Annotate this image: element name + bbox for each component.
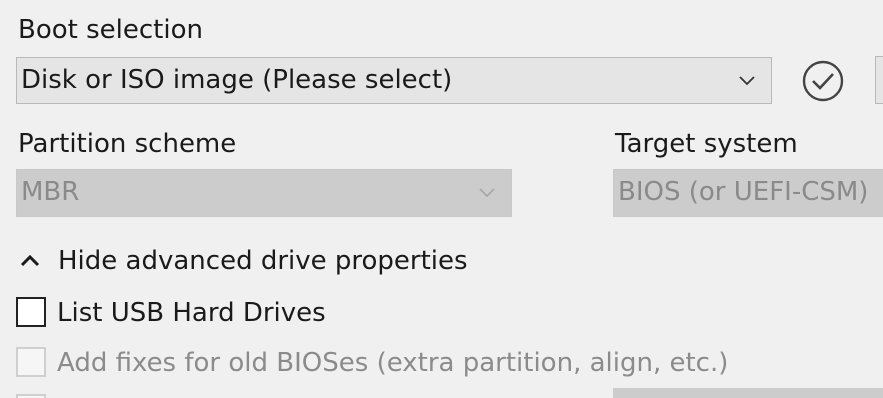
list-usb-checkbox[interactable] [16, 297, 46, 327]
target-system-value: BIOS (or UEFI-CSM) [618, 177, 869, 207]
chevron-down-icon [479, 188, 495, 198]
drive-properties-panel: Boot selection Disk or ISO image (Please… [0, 0, 883, 398]
chevron-up-icon [20, 254, 40, 267]
partition-scheme-dropdown[interactable]: MBR [16, 169, 512, 217]
partition-scheme-label: Partition scheme [18, 129, 237, 159]
boot-selection-label: Boot selection [18, 15, 203, 45]
boot-selection-dropdown[interactable]: Disk or ISO image (Please select) [16, 57, 772, 104]
list-usb-label: List USB Hard Drives [57, 298, 326, 328]
target-system-dropdown[interactable]: BIOS (or UEFI-CSM) [613, 169, 883, 217]
partition-scheme-value: MBR [21, 177, 80, 207]
advanced-toggle-label: Hide advanced drive properties [58, 246, 468, 276]
old-bios-fixes-label: Add fixes for old BIOSes (extra partitio… [57, 348, 729, 378]
boot-selection-value: Disk or ISO image (Please select) [21, 65, 453, 95]
next-option-checkbox[interactable] [16, 394, 46, 398]
next-dropdown[interactable] [613, 388, 883, 398]
chevron-down-icon [739, 76, 755, 86]
select-button[interactable] [875, 56, 883, 104]
advanced-properties-toggle[interactable]: Hide advanced drive properties [18, 244, 468, 278]
check-circle-icon[interactable] [801, 59, 845, 103]
old-bios-fixes-checkbox[interactable] [16, 347, 46, 377]
target-system-label: Target system [615, 129, 798, 159]
